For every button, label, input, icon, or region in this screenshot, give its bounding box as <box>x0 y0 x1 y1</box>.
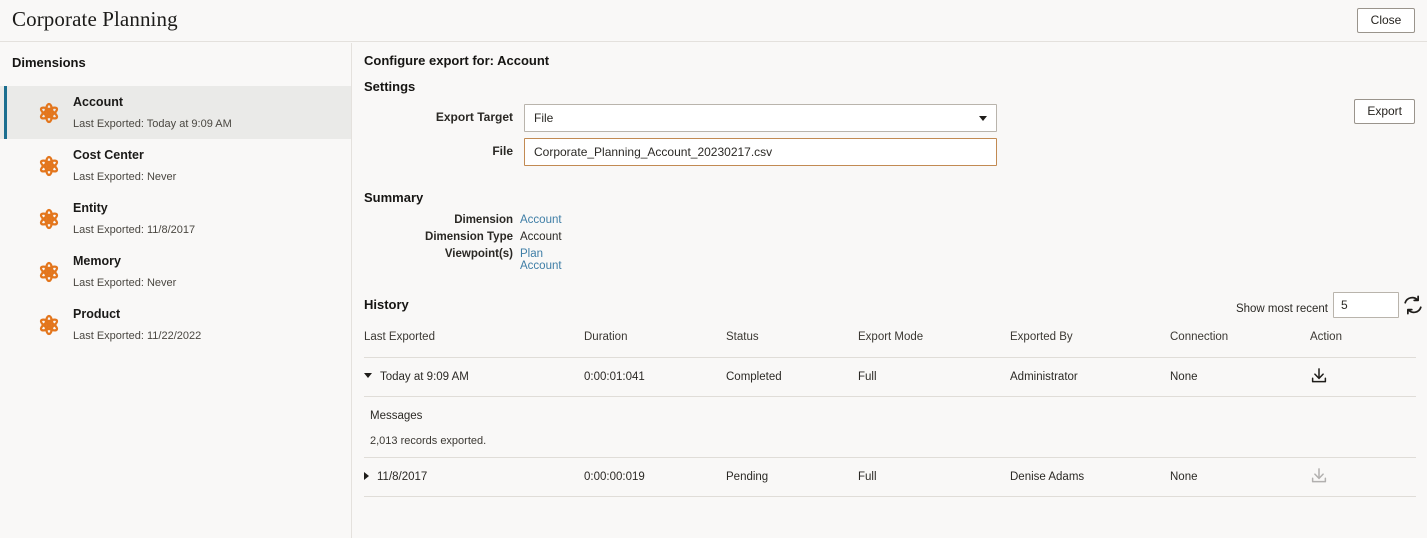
sidebar-item-cost-center[interactable]: Cost Center Last Exported: Never <box>0 139 351 192</box>
cell-duration: 0:00:00:019 <box>584 471 645 483</box>
cell-last-exported: 11/8/2017 <box>364 471 584 483</box>
export-button[interactable]: Export <box>1354 99 1415 124</box>
column-header-last-exported: Last Exported <box>364 331 435 343</box>
dimension-icon <box>36 259 62 285</box>
dimension-icon <box>36 100 62 126</box>
sidebar-item-label: Account <box>73 95 123 110</box>
dimensions-sidebar: Dimensions Account Last Exported: Today … <box>0 43 352 538</box>
configure-export-title: Configure export for: Account <box>364 53 550 68</box>
export-target-select[interactable]: File <box>524 104 997 132</box>
sidebar-item-text: Account Last Exported: Today at 9:09 AM <box>73 92 232 133</box>
cell-exported-by: Administrator <box>1010 371 1078 383</box>
history-section-title: History <box>364 297 409 312</box>
file-input[interactable]: Corporate_Planning_Account_20230217.csv <box>524 138 997 166</box>
summary-label: Dimension <box>454 214 513 226</box>
cell-status: Completed <box>726 371 782 383</box>
page-title: Corporate Planning <box>12 7 178 31</box>
sidebar-item-product[interactable]: Product Last Exported: 11/22/2022 <box>0 298 351 351</box>
summary-value-dimension-type: Account <box>520 231 562 243</box>
app-header: Corporate Planning Close <box>0 0 1427 42</box>
table-row[interactable]: Today at 9:09 AM 0:00:01:041 Completed F… <box>364 358 1416 397</box>
cell-duration: 0:00:01:041 <box>584 371 645 383</box>
messages-title: Messages <box>370 410 423 422</box>
export-target-label: Export Target <box>435 110 513 124</box>
summary-label: Dimension Type <box>425 231 513 243</box>
row-messages-panel: Messages 2,013 records exported. <box>364 397 1416 458</box>
table-header-row: Last Exported Duration Status Export Mod… <box>364 331 1416 358</box>
sidebar-item-entity[interactable]: Entity Last Exported: 11/8/2017 <box>0 192 351 245</box>
summary-section-title: Summary <box>364 190 424 205</box>
cell-last-exported-text: Today at 9:09 AM <box>380 371 469 383</box>
dimension-icon <box>36 153 62 179</box>
table-row[interactable]: 11/8/2017 0:00:00:019 Pending Full Denis… <box>364 458 1416 497</box>
column-header-export-mode: Export Mode <box>858 331 924 343</box>
main-panel: Configure export for: Account Export Set… <box>353 43 1427 538</box>
sidebar-item-label: Cost Center <box>73 148 144 163</box>
sidebar-item-label: Entity <box>73 201 108 216</box>
cell-last-exported-text: 11/8/2017 <box>377 471 428 483</box>
dimension-icon <box>36 312 62 338</box>
summary-value-dimension-link[interactable]: Account <box>520 214 562 226</box>
refresh-icon[interactable] <box>1402 294 1424 316</box>
sidebar-item-text: Product Last Exported: 11/22/2022 <box>73 304 201 345</box>
sidebar-item-sublabel: Last Exported: Today at 9:09 AM <box>73 117 232 130</box>
file-row: File Corporate_Planning_Account_20230217… <box>353 138 998 166</box>
dimension-list: Account Last Exported: Today at 9:09 AM <box>0 86 351 351</box>
cell-action <box>1310 467 1406 488</box>
cell-action <box>1310 367 1406 388</box>
sidebar-item-sublabel: Last Exported: 11/8/2017 <box>73 223 196 236</box>
messages-body: 2,013 records exported. <box>370 435 487 447</box>
column-header-action: Action <box>1310 331 1342 343</box>
sidebar-item-sublabel: Last Exported: Never <box>73 170 177 183</box>
sidebar-item-label: Product <box>73 307 121 322</box>
sidebar-item-memory[interactable]: Memory Last Exported: Never <box>0 245 351 298</box>
sidebar-item-account[interactable]: Account Last Exported: Today at 9:09 AM <box>0 86 351 139</box>
summary-label: Viewpoint(s) <box>444 248 513 260</box>
column-header-duration: Duration <box>584 331 628 343</box>
expand-collapse-icon[interactable] <box>364 373 372 379</box>
file-label: File <box>492 144 513 158</box>
cell-connection: None <box>1170 371 1198 383</box>
chevron-down-icon[interactable] <box>979 116 987 121</box>
cell-exported-by: Denise Adams <box>1010 471 1085 483</box>
cell-status: Pending <box>726 471 769 483</box>
download-icon[interactable] <box>1310 367 1328 388</box>
sidebar-title: Dimensions <box>12 55 86 70</box>
export-dimension-screen: Corporate Planning Close Dimensions Acco… <box>0 0 1427 538</box>
sidebar-item-text: Entity Last Exported: 11/8/2017 <box>73 198 195 239</box>
column-header-connection: Connection <box>1170 331 1229 343</box>
sidebar-item-sublabel: Last Exported: 11/22/2022 <box>73 329 202 342</box>
export-target-row: Export Target File <box>353 104 998 132</box>
column-header-status: Status <box>726 331 759 343</box>
column-header-exported-by: Exported By <box>1010 331 1073 343</box>
sidebar-item-text: Cost Center Last Exported: Never <box>73 145 176 186</box>
sidebar-item-sublabel: Last Exported: Never <box>73 276 177 289</box>
dimension-icon <box>36 206 62 232</box>
expand-collapse-icon[interactable] <box>364 471 369 480</box>
cell-last-exported: Today at 9:09 AM <box>364 371 584 383</box>
cell-connection: None <box>1170 471 1198 483</box>
summary-value-viewpoint-link[interactable]: Plan Account <box>520 248 562 272</box>
settings-section-title: Settings <box>364 79 416 94</box>
show-most-recent-input[interactable]: 5 <box>1333 292 1399 318</box>
cell-export-mode: Full <box>858 371 877 383</box>
sidebar-item-label: Memory <box>73 254 121 269</box>
close-button[interactable]: Close <box>1357 8 1415 33</box>
download-icon <box>1310 467 1328 488</box>
show-most-recent-label: Show most recent <box>1235 303 1328 315</box>
sidebar-item-text: Memory Last Exported: Never <box>73 251 176 292</box>
cell-export-mode: Full <box>858 471 877 483</box>
history-table: Last Exported Duration Status Export Mod… <box>364 331 1416 497</box>
